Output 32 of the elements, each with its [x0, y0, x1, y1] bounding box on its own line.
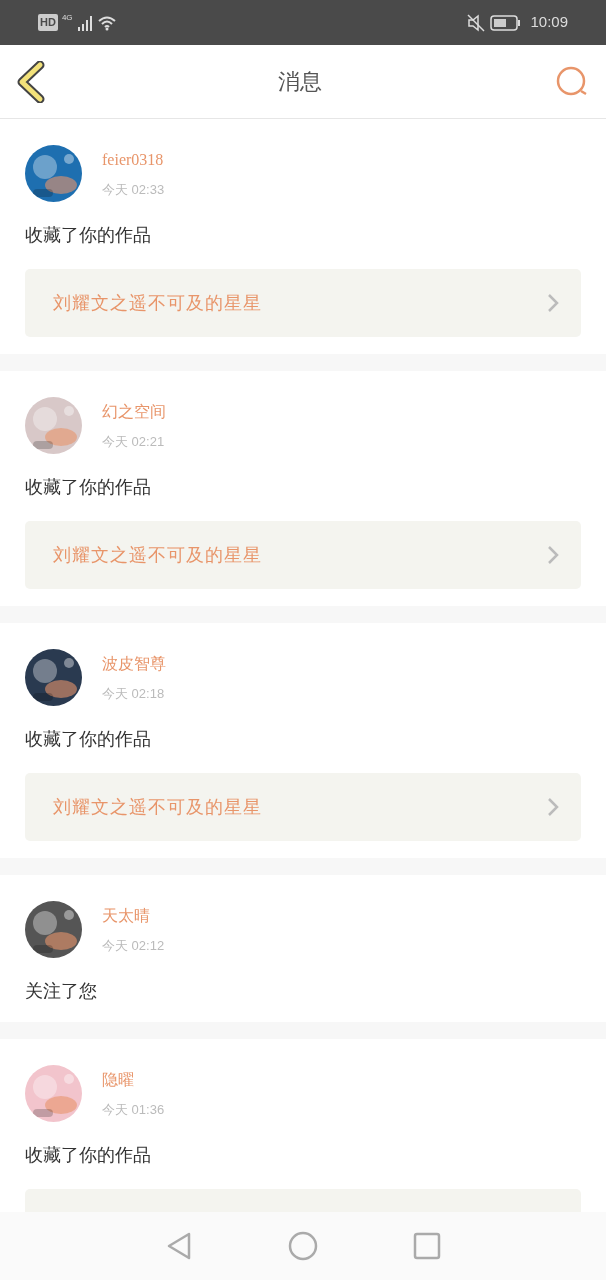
work-link[interactable]: 刘耀文之遥不可及的星星	[25, 773, 581, 841]
message-text: 收藏了你的作品	[25, 1144, 152, 1167]
mute-icon	[466, 12, 487, 33]
message-time: 今天 02:33	[102, 180, 165, 199]
work-link[interactable]: 刘耀文之遥不可及的星星	[25, 521, 581, 589]
clock: 10:09	[530, 12, 568, 33]
message-time: 今天 02:21	[102, 432, 166, 451]
network-type: 4G	[61, 12, 73, 24]
message-text: 关注了您	[25, 980, 98, 1003]
recent-apps-icon[interactable]	[413, 1232, 441, 1260]
hd-indicator: HD	[38, 14, 58, 31]
user-name[interactable]: 幻之空间	[102, 399, 166, 424]
user-name[interactable]: 隐曜	[102, 1067, 165, 1092]
chevron-right-icon	[547, 797, 559, 817]
back-icon[interactable]	[16, 60, 46, 103]
page-title: 消息	[278, 68, 322, 96]
home-icon[interactable]	[288, 1231, 318, 1261]
message-time: 今天 02:18	[102, 684, 166, 703]
message-text: 收藏了你的作品	[25, 476, 152, 499]
message-text: 收藏了你的作品	[25, 224, 152, 247]
message-text: 收藏了你的作品	[25, 728, 152, 751]
user-name[interactable]: 天太晴	[102, 903, 165, 928]
work-link[interactable]: 刘耀文之遥不可及的星星	[25, 269, 581, 337]
user-name[interactable]: feier0318	[102, 147, 165, 172]
wifi-icon	[96, 14, 117, 31]
battery-icon	[490, 14, 523, 31]
signal-icon	[76, 14, 93, 31]
chevron-right-icon	[547, 545, 559, 565]
message-time: 今天 01:36	[102, 1100, 165, 1119]
message-time: 今天 02:12	[102, 936, 165, 955]
chevron-right-icon	[547, 293, 559, 313]
user-name[interactable]: 波皮智尊	[102, 651, 166, 676]
